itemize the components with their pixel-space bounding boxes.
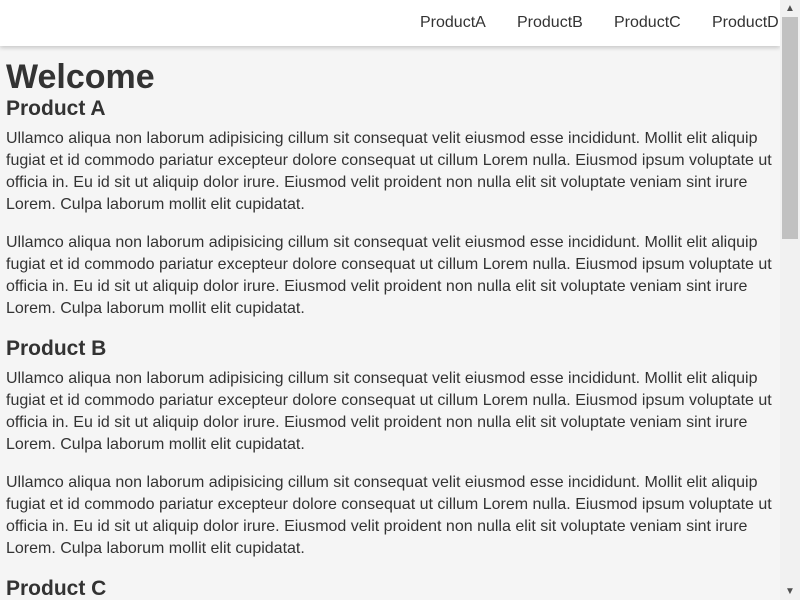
nav-link-product-a[interactable]: ProductA [420,13,486,33]
section-product-b: Product B Ullamco aliqua non laborum adi… [6,336,776,560]
section-product-c: Product C [6,576,776,600]
section-product-b-paragraph-1: Ullamco aliqua non laborum adipisicing c… [6,370,772,453]
section-heading-product-b: Product B [6,337,107,360]
section-product-a-paragraph-2: Ullamco aliqua non laborum adipisicing c… [6,234,772,317]
page-viewport: ProductA ProductB ProductC ProductD Welc… [0,0,780,600]
triangle-down-icon[interactable]: ▼ [780,583,800,600]
section-heading-product-a: Product A [6,97,106,120]
section-product-a-paragraph-1: Ullamco aliqua non laborum adipisicing c… [6,130,772,213]
section-product-b-paragraph-2: Ullamco aliqua non laborum adipisicing c… [6,474,772,557]
triangle-up-icon[interactable]: ▲ [780,0,800,17]
section-heading-product-c: Product C [6,577,107,600]
nav-link-product-b[interactable]: ProductB [517,13,583,33]
main-content: Welcome Product A Ullamco aliqua non lab… [6,58,776,600]
vertical-scrollbar[interactable]: ▲ ▼ [780,0,800,600]
nav-link-product-d[interactable]: ProductD [712,13,779,33]
scroll-thumb[interactable] [782,17,798,239]
section-product-a: Product A Ullamco aliqua non laborum adi… [6,96,776,320]
top-navbar: ProductA ProductB ProductC ProductD [0,0,780,46]
nav-link-product-c[interactable]: ProductC [614,13,681,33]
page-title: Welcome [6,58,155,96]
